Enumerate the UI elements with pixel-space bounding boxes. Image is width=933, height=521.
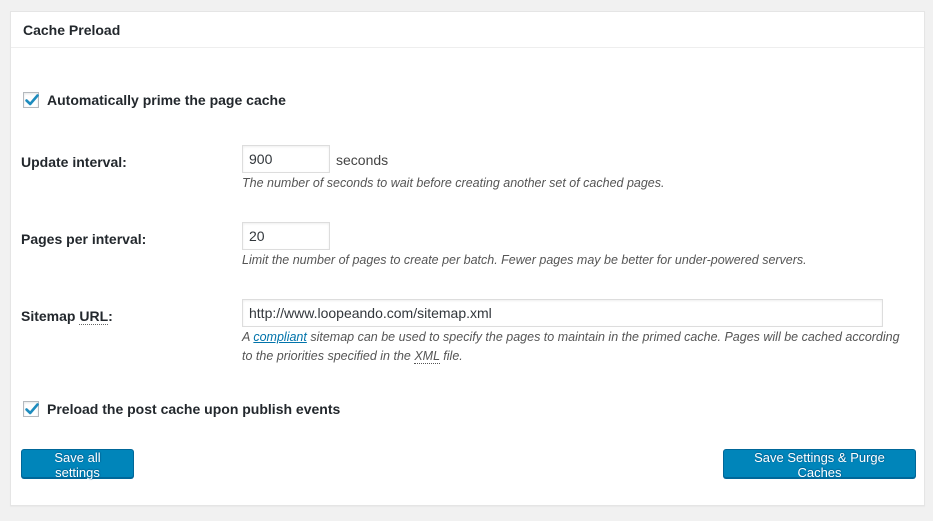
panel-title: Cache Preload: [23, 21, 121, 38]
sitemap-description: A compliant sitemap can be used to speci…: [242, 328, 900, 366]
sitemap-desc-part4: file.: [439, 349, 463, 363]
save-all-settings-button[interactable]: Save all settings: [21, 449, 134, 480]
auto-prime-option[interactable]: Automatically prime the page cache: [23, 92, 286, 108]
sitemap-label-suffix: :: [108, 308, 113, 324]
sitemap-desc-part1: A: [242, 330, 254, 344]
panel-header: Cache Preload: [11, 12, 924, 48]
update-interval-label: Update interval:: [21, 154, 127, 170]
xml-abbr: XML: [414, 349, 440, 364]
sitemap-url-input[interactable]: [242, 299, 883, 327]
auto-prime-label: Automatically prime the page cache: [47, 92, 286, 108]
save-purge-caches-button[interactable]: Save Settings & Purge Caches: [723, 449, 916, 480]
seconds-unit-label: seconds: [336, 152, 389, 168]
checkmark-icon: [25, 94, 39, 106]
checkmark-icon: [25, 403, 39, 415]
compliant-link[interactable]: compliant: [253, 330, 307, 344]
sitemap-desc-part3: to the priorities specified in the: [242, 349, 415, 363]
pages-per-interval-description: Limit the number of pages to create per …: [242, 253, 807, 267]
sitemap-desc-part2: sitemap can be used to specify the pages…: [306, 330, 900, 344]
update-interval-description: The number of seconds to wait before cre…: [242, 176, 665, 190]
preload-post-label: Preload the post cache upon publish even…: [47, 401, 341, 417]
auto-prime-checkbox[interactable]: [23, 92, 39, 108]
cache-preload-panel: Cache Preload Automatically prime the pa…: [10, 11, 925, 506]
sitemap-label-abbr: URL: [79, 308, 109, 325]
update-interval-input[interactable]: [242, 145, 330, 173]
sitemap-label-prefix: Sitemap: [21, 308, 80, 324]
pages-per-interval-label: Pages per interval:: [21, 231, 147, 247]
sitemap-url-label: Sitemap URL:: [21, 308, 113, 325]
preload-post-option[interactable]: Preload the post cache upon publish even…: [23, 401, 340, 417]
pages-per-interval-input[interactable]: [242, 222, 330, 250]
preload-post-checkbox[interactable]: [23, 401, 39, 417]
